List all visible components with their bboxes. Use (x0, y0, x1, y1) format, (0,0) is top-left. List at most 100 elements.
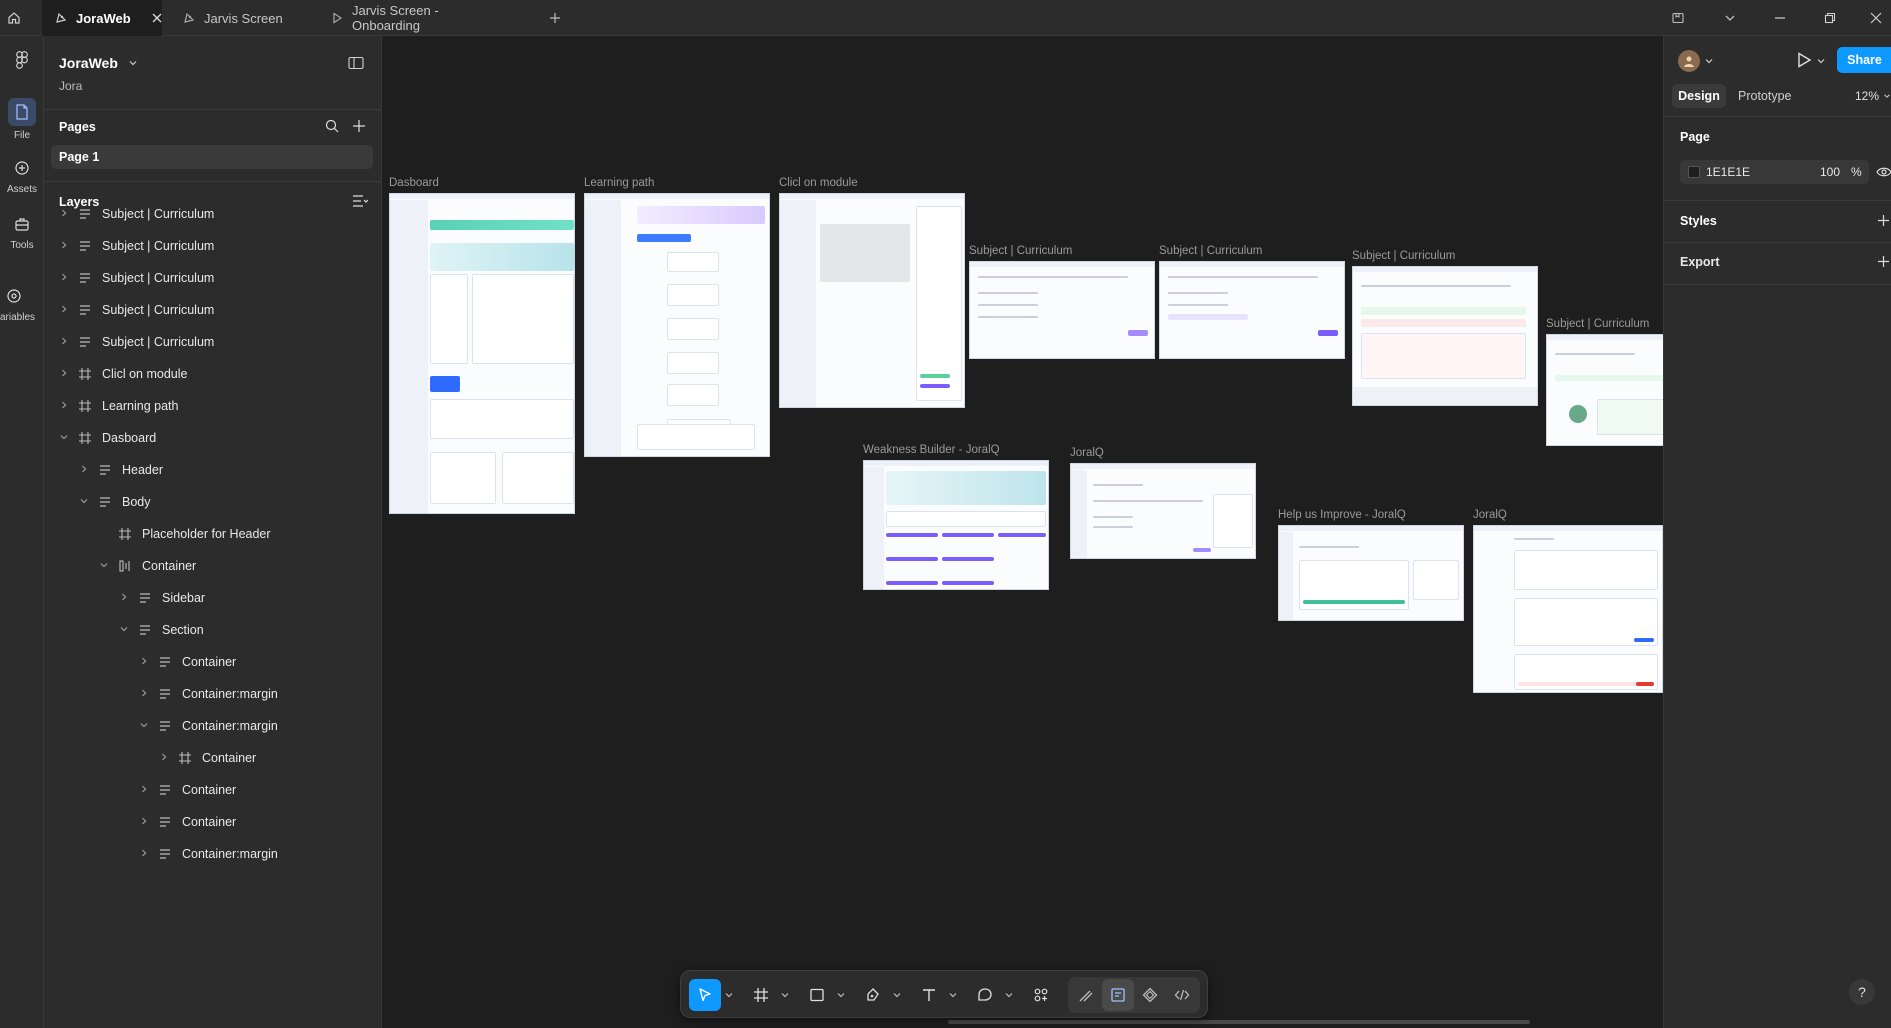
tab-prototype[interactable]: Prototype (1738, 89, 1792, 103)
figma-logo-icon[interactable] (8, 46, 36, 74)
frame-help-us-improve[interactable] (1278, 525, 1464, 621)
rail-figma-menu[interactable] (0, 46, 44, 74)
add-page-icon[interactable] (352, 119, 366, 133)
add-style-icon[interactable] (1877, 214, 1890, 227)
frame-label-clicl-on-module[interactable]: Clicl on module (779, 177, 858, 189)
frame-joraliq[interactable] (1473, 525, 1663, 693)
tab-jarvis-screen[interactable]: Jarvis Screen (170, 0, 320, 36)
frame-label-dasboard[interactable]: Dasboard (389, 177, 439, 189)
pen-tool-button[interactable] (857, 979, 889, 1011)
new-tab-icon[interactable] (545, 8, 565, 28)
rail-item-file[interactable]: File (0, 98, 44, 141)
panel-toggle-icon[interactable] (348, 56, 364, 70)
chevron-down-icon[interactable] (1883, 92, 1891, 100)
add-export-icon[interactable] (1877, 255, 1890, 268)
chevron-down-icon[interactable] (100, 561, 110, 571)
file-name[interactable]: JoraWeb (59, 55, 118, 71)
comment-tool-button[interactable] (969, 979, 1001, 1011)
layer-row[interactable]: Container:margin (44, 710, 381, 742)
move-tool-button[interactable] (689, 979, 721, 1011)
chevron-right-icon[interactable] (140, 849, 150, 859)
chevron-down-icon[interactable] (1704, 56, 1714, 66)
frame-label-joraliq[interactable]: JoralQ (1473, 509, 1507, 521)
page-opacity-value[interactable]: 100 (1820, 165, 1840, 179)
layer-row[interactable]: Clicl on module (44, 358, 381, 390)
share-button[interactable]: Share (1837, 47, 1891, 73)
tab-joraweb[interactable]: JoraWeb (42, 0, 162, 36)
chevron-right-icon[interactable] (60, 241, 70, 251)
dev-mode-button[interactable] (1166, 979, 1198, 1011)
actions-button[interactable] (1025, 979, 1057, 1011)
frame-subject-curriculum[interactable] (1352, 266, 1538, 406)
frame-label-weakness-builder[interactable]: Weakness Builder - JoralQ (863, 444, 1000, 456)
layer-row[interactable]: Container (44, 774, 381, 806)
tab-jarvis-onboarding[interactable]: Jarvis Screen - Onboarding (318, 0, 518, 36)
frame-subject-curriculum[interactable] (969, 261, 1155, 359)
layer-row[interactable]: Subject | Curriculum (44, 262, 381, 294)
layer-row[interactable]: Dasboard (44, 422, 381, 454)
chevron-down-icon[interactable] (1005, 991, 1013, 999)
layer-row[interactable]: Subject | Curriculum (44, 326, 381, 358)
visibility-eye-icon[interactable] (1876, 166, 1891, 178)
chevron-down-icon[interactable] (1720, 8, 1740, 28)
chevron-right-icon[interactable] (120, 593, 130, 603)
assets-icon[interactable] (8, 154, 36, 182)
draw-mode-button[interactable] (1070, 979, 1102, 1011)
frame-weakness-builder[interactable] (863, 460, 1049, 590)
rail-item-assets[interactable]: Assets (0, 154, 44, 195)
layer-row[interactable]: Container (44, 806, 381, 838)
chevron-down-icon[interactable] (725, 991, 733, 999)
chevron-right-icon[interactable] (140, 657, 150, 667)
tab-design[interactable]: Design (1672, 84, 1726, 108)
book-icon[interactable] (1668, 8, 1688, 28)
present-play-icon[interactable] (1795, 51, 1813, 69)
frame-subject-curriculum[interactable] (1159, 261, 1345, 359)
chevron-right-icon[interactable] (60, 369, 70, 379)
canvas[interactable]: Dasboard Learning path Clicl on module S… (382, 36, 1663, 1028)
chevron-right-icon[interactable] (60, 209, 70, 219)
components-mode-button[interactable] (1134, 979, 1166, 1011)
home-icon[interactable] (4, 8, 24, 28)
layer-row[interactable]: Header (44, 454, 381, 486)
chevron-down-icon[interactable] (80, 497, 90, 507)
rail-item-variables[interactable]: ariables (0, 282, 44, 323)
layer-row[interactable]: Subject | Curriculum (44, 198, 381, 230)
chevron-right-icon[interactable] (160, 753, 170, 763)
chevron-right-icon[interactable] (140, 817, 150, 827)
frame-joraliq[interactable] (1070, 463, 1256, 559)
restore-icon[interactable] (1820, 8, 1840, 28)
chevron-right-icon[interactable] (140, 785, 150, 795)
tools-icon[interactable] (8, 210, 36, 238)
frame-label-subject-curriculum[interactable]: Subject | Curriculum (1159, 245, 1262, 257)
layer-row[interactable]: Subject | Curriculum (44, 294, 381, 326)
chevron-right-icon[interactable] (80, 465, 90, 475)
frame-label-subject-curriculum[interactable]: Subject | Curriculum (1352, 250, 1455, 262)
chevron-down-icon[interactable] (120, 625, 130, 635)
frame-learning-path[interactable] (584, 193, 770, 457)
design-mode-button[interactable] (1102, 979, 1134, 1011)
frame-label-subject-curriculum[interactable]: Subject | Curriculum (1546, 318, 1649, 330)
close-window-icon[interactable] (1866, 8, 1886, 28)
rail-item-tools[interactable]: Tools (0, 210, 44, 251)
layer-row[interactable]: Subject | Curriculum (44, 230, 381, 262)
horizontal-scrollbar[interactable] (948, 1020, 1530, 1024)
layer-row[interactable]: Container (44, 742, 381, 774)
chevron-down-icon[interactable] (60, 433, 70, 443)
chevron-right-icon[interactable] (60, 273, 70, 283)
zoom-level[interactable]: 12% (1855, 89, 1879, 103)
chevron-right-icon[interactable] (60, 305, 70, 315)
chevron-down-icon[interactable] (140, 721, 150, 731)
avatar[interactable] (1678, 50, 1700, 72)
frame-dasboard[interactable] (389, 193, 575, 514)
variables-icon[interactable] (0, 282, 28, 310)
file-header[interactable]: JoraWeb (44, 52, 381, 74)
layer-row[interactable]: Container (44, 550, 381, 582)
chevron-down-icon[interactable] (128, 58, 138, 68)
frame-tool-button[interactable] (745, 979, 777, 1011)
layer-row[interactable]: Learning path (44, 390, 381, 422)
chevron-down-icon[interactable] (1816, 56, 1826, 66)
frame-label-subject-curriculum[interactable]: Subject | Curriculum (969, 245, 1072, 257)
frame-label-joraliq[interactable]: JoralQ (1070, 447, 1104, 459)
color-swatch[interactable] (1688, 166, 1700, 178)
frame-subject-curriculum[interactable] (1546, 334, 1663, 446)
